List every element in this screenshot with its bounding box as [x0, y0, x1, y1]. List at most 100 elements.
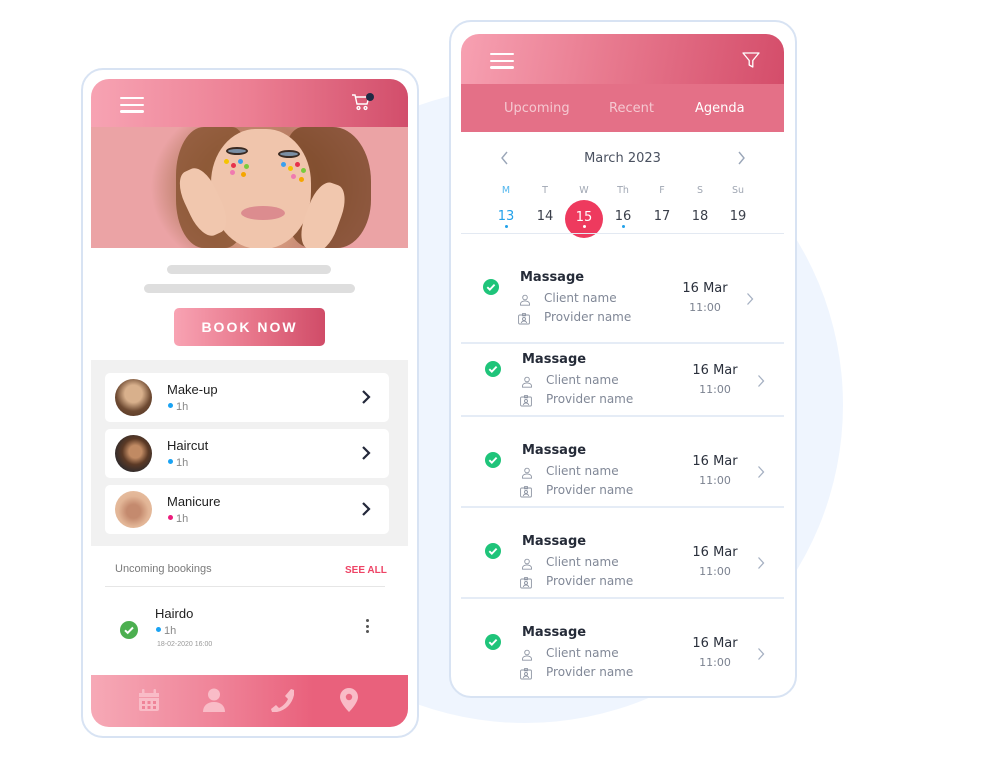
chevron-right-icon[interactable]: [757, 556, 765, 570]
service-duration: 1h: [168, 513, 188, 525]
user-outline-icon: [522, 467, 532, 479]
see-all-link[interactable]: SEE ALL: [345, 565, 387, 576]
hamburger-icon[interactable]: [120, 97, 144, 113]
client-name: Client name: [546, 646, 619, 660]
client-name: Client name: [546, 373, 619, 387]
service-item-haircut[interactable]: Haircut 1h: [105, 429, 389, 478]
placeholder-subtitle: [144, 284, 355, 293]
appointment-date: 16 Mar: [682, 281, 728, 296]
provider-name: Provider name: [544, 310, 632, 324]
appointment-title: Massage: [520, 270, 585, 285]
hero-image: [91, 127, 408, 248]
more-options-icon[interactable]: [364, 619, 370, 635]
service-duration: 1h: [168, 457, 188, 469]
provider-name: Provider name: [546, 392, 634, 406]
appointment-item[interactable]: Massage Client name Provider name 16 Mar…: [461, 326, 784, 417]
user-outline-icon: [522, 376, 532, 388]
service-avatar: [115, 379, 152, 416]
chevron-right-icon[interactable]: [757, 374, 765, 388]
chevron-right-icon[interactable]: [757, 465, 765, 479]
tab-recent[interactable]: Recent: [609, 101, 654, 116]
id-badge-icon: [520, 486, 532, 498]
cart-badge: [366, 93, 374, 101]
provider-name: Provider name: [546, 483, 634, 497]
service-name: Manicure: [167, 494, 221, 509]
provider-name: Provider name: [546, 574, 634, 588]
check-circle-icon: [485, 452, 501, 468]
client-name: Client name: [546, 555, 619, 569]
tab-upcoming[interactable]: Upcoming: [504, 101, 570, 116]
chevron-right-icon[interactable]: [757, 647, 765, 661]
appointment-title: Massage: [522, 443, 587, 458]
service-name: Make-up: [167, 382, 218, 397]
weekday-label: Su: [731, 185, 745, 196]
client-name: Client name: [544, 291, 617, 305]
service-duration: 1h: [168, 401, 188, 413]
service-avatar: [115, 491, 152, 528]
chevron-right-icon[interactable]: [746, 292, 754, 306]
appointment-title: Massage: [522, 352, 587, 367]
appointment-time: 11:00: [689, 301, 721, 314]
weekday-label: F: [659, 185, 665, 196]
app-header: [461, 34, 784, 84]
client-name: Client name: [546, 464, 619, 478]
appointment-date: 16 Mar: [692, 454, 738, 469]
appointment-item[interactable]: Massage Client name Provider name 16 Mar…: [461, 508, 784, 599]
id-badge-icon: [520, 395, 532, 407]
upcoming-bookings-label: Uncoming bookings: [115, 563, 212, 575]
appointment-date: 16 Mar: [692, 363, 738, 378]
chevron-right-icon: [362, 390, 371, 404]
appointment-time: 11:00: [699, 565, 731, 578]
placeholder-title: [167, 265, 331, 274]
appointment-item[interactable]: Massage Client name Provider name 16 Mar…: [461, 599, 784, 688]
divider: [105, 586, 385, 587]
book-now-button[interactable]: BOOK NOW: [174, 308, 325, 346]
tab-bar: Upcoming Recent Agenda: [461, 84, 784, 132]
phone-icon[interactable]: [269, 687, 295, 713]
weekday-label: M: [501, 185, 511, 196]
check-circle-icon: [483, 279, 499, 295]
service-avatar: [115, 435, 152, 472]
user-outline-icon: [522, 649, 532, 661]
appointment-title: Massage: [522, 534, 587, 549]
weekday-label: Th: [617, 185, 629, 196]
app-header: [91, 79, 408, 127]
appointment-time: 11:00: [699, 474, 731, 487]
tab-agenda[interactable]: Agenda: [695, 101, 745, 116]
user-outline-icon: [522, 558, 532, 570]
check-circle-icon: [120, 621, 138, 639]
appointment-time: 11:00: [699, 656, 731, 669]
provider-name: Provider name: [546, 665, 634, 679]
appointment-title: Massage: [522, 625, 587, 640]
booking-duration: 1h: [156, 625, 176, 637]
location-pin-icon[interactable]: [336, 687, 362, 713]
appointment-date: 16 Mar: [692, 636, 738, 651]
id-badge-icon: [520, 577, 532, 589]
check-circle-icon: [485, 543, 501, 559]
user-icon[interactable]: [201, 687, 227, 713]
booking-datetime: 18-02-2020 16:00: [157, 641, 213, 648]
calendar-icon[interactable]: [136, 687, 162, 713]
service-item-make-up[interactable]: Make-up 1h: [105, 373, 389, 422]
check-circle-icon: [485, 361, 501, 377]
user-outline-icon: [520, 294, 530, 306]
check-circle-icon: [485, 634, 501, 650]
appointment-time: 11:00: [699, 383, 731, 396]
services-list: Make-up 1h Haircut 1h Manicure 1h: [91, 360, 408, 546]
chevron-right-icon: [362, 502, 371, 516]
weekday-label: T: [542, 185, 548, 196]
appointment-item[interactable]: Massage Client name Provider name 16 Mar…: [461, 417, 784, 508]
booking-app-home: BOOK NOW Make-up 1h Haircut 1h Manicure …: [91, 79, 408, 727]
agenda-app: Upcoming Recent Agenda March 2023 M T W …: [461, 34, 784, 688]
chevron-right-icon: [362, 446, 371, 460]
id-badge-icon: [520, 668, 532, 680]
filter-icon[interactable]: [742, 51, 760, 69]
hamburger-icon[interactable]: [490, 53, 514, 69]
booking-name: Hairdo: [155, 606, 194, 621]
weekday-label: W: [579, 185, 589, 196]
chevron-right-icon[interactable]: [736, 151, 746, 165]
service-item-manicure[interactable]: Manicure 1h: [105, 485, 389, 534]
bottom-nav: [91, 675, 408, 727]
id-badge-icon: [518, 313, 530, 325]
weekday-label: S: [696, 185, 704, 196]
